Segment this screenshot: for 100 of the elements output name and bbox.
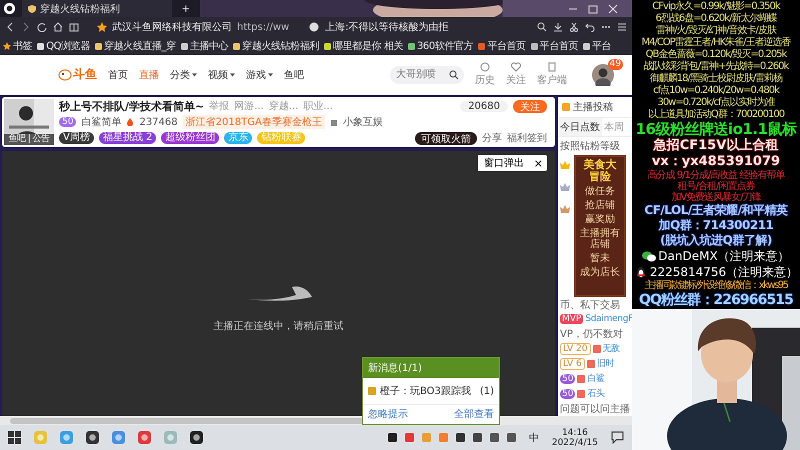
ad-text: 主播拥有店铺 [579,228,621,250]
view-all-link[interactable]: 全部查看 [454,407,494,421]
header-action[interactable]: 客户端 [537,62,567,87]
promo-text: 2225814756（注明来意） [650,264,798,280]
follower-count: 20680 [460,100,508,112]
back-icon[interactable] [5,22,15,32]
promo-text: 加Q群：714300211 [658,218,774,233]
rocket-button[interactable]: 可领取火箭 [415,132,477,144]
news-ticker[interactable]: 上海:不得以等待核酸为由拒 [325,20,449,34]
windows-icon[interactable] [8,431,21,444]
bookmark-item[interactable]: 哪里都是你 相关 [324,39,403,53]
star-icon[interactable] [97,22,107,32]
chat-username[interactable]: 旧时 [596,357,614,370]
bookmark-item[interactable]: 360软件官方 [408,39,474,53]
flame-icon [126,118,134,126]
popup-message[interactable]: 橙子：玩BO3跟踪我 [380,384,476,398]
header-action[interactable]: 关注 [506,62,526,87]
promo-text: CF/LOL/王者荣耀/和平精英 [644,203,788,218]
promo-text: CFvip永久=0.99k/魅影=0.350k [652,1,780,12]
promo-text: 加V免费送风暴女/刀锋 [671,192,761,203]
ad-title: 美食大冒险 [582,159,618,183]
scissors-icon[interactable] [569,22,579,32]
undo-icon[interactable] [585,22,595,32]
promo-text: (脱坑入坑进Q群了解) [660,233,772,248]
crown-icon [560,161,570,169]
clock-icon [480,62,490,72]
promo-text: 急招CF15V以上合租 [654,138,778,154]
chat-text: 问题可以问主播 [560,402,630,416]
rank-hint: 按照钻粉等级 [559,140,621,154]
clock[interactable]: 14:16 2022/4/15 [552,428,598,448]
bookmark-item[interactable]: 平台首页 [530,39,578,53]
favicon-icon [37,42,44,50]
checkin-link[interactable]: 福利签到 [507,131,547,145]
ad-text: 抢店铺 [584,200,616,211]
rank-tab[interactable]: 今日点数 [558,118,602,136]
nav-link[interactable]: 鱼吧 [284,68,304,82]
promo-text: 雷神/火/毁灭/幻神/音效卡/皮肤 [656,25,776,36]
new-tab-button[interactable]: + [178,0,194,17]
app-icon[interactable] [86,431,99,444]
home-icon[interactable] [53,22,63,32]
heat-count: 237468 [139,116,178,128]
search-field[interactable]: 大哥别喷 [390,66,464,84]
streamer-name: 白鲨简单 [81,116,122,129]
search-icon[interactable] [537,22,547,32]
favicon-icon [324,42,331,50]
refresh-icon[interactable] [37,22,47,32]
nav-link[interactable]: 首页 [108,68,128,82]
favicon-icon [180,42,188,50]
browser-tab[interactable]: 穿越火线钻粉福利 [22,0,172,17]
search-icon[interactable] [449,70,459,80]
header-action[interactable]: 历史 [475,62,495,87]
book-icon[interactable] [69,22,79,32]
promo-text: 主播同款键标/外设维修/微信：xkws95 [644,280,788,291]
promo-text: DanDeMX（注明来意） [658,248,790,264]
promo-text: QB金色蔷薇=0.120k/毁灭=0.205k [646,49,786,60]
bookmark-item[interactable]: 平台 [583,39,612,53]
heart-icon [511,62,521,72]
bookmark-item[interactable]: QQ浏览器 [37,39,90,53]
bookmark-item[interactable]: 平台首页 [478,39,526,53]
promo-text: 御麒麟18/黑骑士校尉皮肤/雷莉杨 [650,73,782,84]
submit-link[interactable]: 主播投稿 [558,97,632,117]
chat-username[interactable]: 白鲨 [587,372,605,385]
ignore-link[interactable]: 忽略提示 [368,407,408,421]
ad-text: 做任务 [584,186,616,197]
notification-icon[interactable] [611,431,624,444]
fish-icon [58,68,72,80]
ad-banner[interactable]: 美食大冒险 做任务 抢店铺 赢奖励 主播拥有店铺 暂未 成为店长 [574,155,626,298]
share-link[interactable]: 分享 [482,131,502,145]
room-tag[interactable]: 福星挑战 2 [98,132,156,144]
chat-text: VP，仍不数对 [560,328,623,340]
notification-badge: 49 [608,58,623,70]
room-title: 秒上号不排队/学技术看简单~ [59,98,204,114]
nav-link[interactable]: 视频 [208,68,235,82]
download-icon[interactable] [553,22,563,32]
room-tag[interactable]: 超级粉丝团 [161,132,220,144]
favicon-icon [408,42,415,50]
user-badge: LV 6 [560,358,585,370]
nav-link[interactable]: 游戏 [246,68,273,82]
chat-text: 币、私下交易 [560,298,620,312]
input-method[interactable]: 中 [528,430,539,444]
bookmark-item[interactable]: 穿越火线钻粉福利 [233,39,319,53]
bookmark-item[interactable]: 穿越火线直播_穿 [94,39,176,53]
room-tag[interactable]: V周榜 [59,132,94,144]
favicon-icon [478,42,486,50]
promo-text: M4/COP雷霆王者/HK朱雀/王者逆选香 [641,37,791,48]
chat-username[interactable]: 无敌 [602,342,620,355]
user-badge: 50 [560,388,576,398]
nav-link[interactable]: 分类 [170,68,197,82]
url-text[interactable]: https://ww [237,22,290,32]
promo-text: 6烈战6盘=0.620k/新太尔蝴蝶 [656,13,776,24]
ad-text: 成为店长 [579,267,621,278]
company-icon [330,118,338,126]
bookmark-item[interactable]: 书签 [3,39,32,53]
favicon-icon [233,42,240,50]
bookmark-item[interactable]: 主播中心 [180,39,228,53]
promo-text: 战队炫彩背包/雷神+先战特=0.260k [644,61,788,72]
forward-icon[interactable] [21,22,31,32]
menu-icon[interactable] [617,22,627,32]
app-icon[interactable] [190,431,203,444]
avatar-caption[interactable]: 鱼吧 | 公告 [4,134,54,145]
